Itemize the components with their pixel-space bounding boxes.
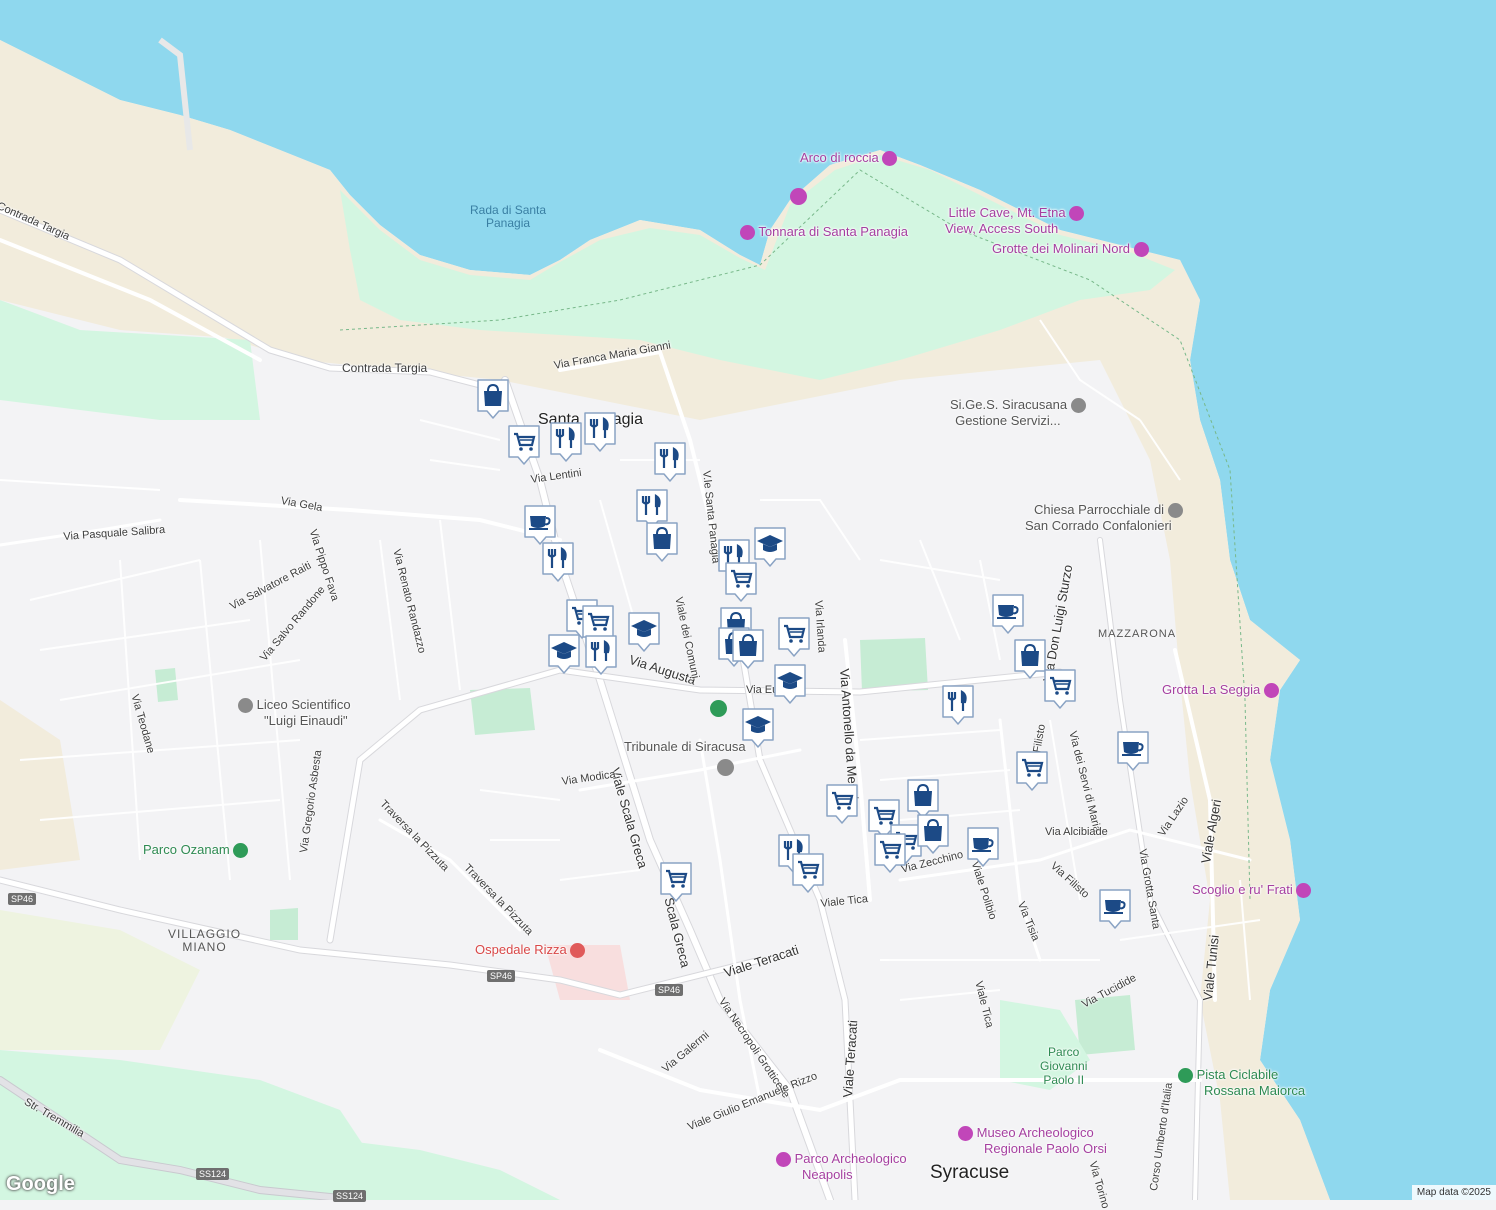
road-alcibiade: Via Alcibiade	[1045, 826, 1108, 838]
park-small-5	[155, 668, 178, 702]
road-shield-ss124: SS124	[333, 1190, 367, 1202]
water-label-rada: Rada di Santa Panagia	[470, 203, 547, 230]
camera-icon[interactable]	[790, 188, 807, 205]
hospital-icon	[570, 943, 586, 959]
shopping-bag-marker[interactable]	[475, 377, 511, 421]
poi-parco-ozanam[interactable]: Parco Ozanam	[143, 842, 249, 859]
camera-icon	[1133, 242, 1149, 258]
poi-liceo[interactable]: Liceo Scientifico "Luigi Einaudi"	[238, 697, 351, 728]
road-shield-ss124: SS124	[196, 1168, 230, 1180]
museum-icon	[958, 1126, 973, 1142]
google-logo: Google	[6, 1173, 75, 1195]
courthouse-icon[interactable]	[717, 759, 734, 776]
camera-icon	[740, 225, 755, 241]
road-contrada-targia-2: Contrada Targia	[342, 361, 428, 375]
service-icon	[1070, 398, 1086, 414]
area-mazzarona: MAZZARONA	[1098, 628, 1177, 640]
poi-pista-ciclabile[interactable]: Pista Ciclabile Rossana Maiorca	[1178, 1067, 1305, 1098]
poi-ospedale-rizza[interactable]: Ospedale Rizza	[475, 942, 586, 959]
poi-sigess[interactable]: Si.Ge.S. Siracusana Gestione Servizi...	[950, 397, 1086, 428]
area-villaggio-miano: VILLAGGIO MIANO	[168, 927, 242, 954]
museum-icon	[776, 1152, 791, 1168]
camera-icon	[882, 151, 898, 167]
road-shield-sp46: SP46	[487, 970, 516, 982]
cafe-marker[interactable]	[1097, 887, 1133, 931]
poi-grotte-molinari[interactable]: Grotte dei Molinari Nord	[992, 241, 1149, 258]
place-syracuse: Syracuse	[930, 1162, 1010, 1183]
poi-tonnara[interactable]: Tonnara di Santa Panagia	[740, 224, 908, 241]
restaurant-marker[interactable]	[582, 410, 618, 454]
camera-icon	[1069, 206, 1085, 222]
tree-icon	[233, 843, 249, 859]
restaurant-marker[interactable]	[540, 540, 576, 584]
camera-icon	[1296, 883, 1312, 899]
poi-neapolis[interactable]: Parco Archeologico Neapolis	[776, 1151, 907, 1182]
education-marker[interactable]	[626, 610, 662, 654]
cafe-marker[interactable]	[965, 825, 1001, 869]
poi-scoglio[interactable]: Scoglio e ru' Frati	[1192, 882, 1312, 899]
restaurant-marker[interactable]	[652, 440, 688, 484]
restaurant-marker[interactable]	[583, 633, 619, 677]
poi-chiesa[interactable]: Chiesa Parrocchiale di San Corrado Confa…	[1025, 502, 1192, 533]
cart-marker[interactable]	[790, 851, 826, 895]
cafe-marker[interactable]	[1115, 729, 1151, 773]
park-icon[interactable]	[710, 700, 727, 717]
poi-arco-di-roccia[interactable]: Arco di roccia	[800, 150, 898, 167]
education-marker[interactable]	[772, 662, 808, 706]
cart-marker[interactable]	[506, 423, 542, 467]
road-shield-sp46: SP46	[655, 984, 684, 996]
poi-museo[interactable]: Museo Archeologico Regionale Paolo Orsi	[958, 1125, 1107, 1156]
cafe-marker[interactable]	[990, 592, 1026, 636]
park-small-4	[270, 908, 298, 940]
poi-grotta-seggia[interactable]: Grotta La Seggia	[1162, 682, 1279, 699]
road-shield-sp46: SP46	[8, 893, 37, 905]
cart-marker[interactable]	[658, 860, 694, 904]
poi-parco-giovanni[interactable]: Parco Giovanni Paolo II	[1040, 1045, 1087, 1087]
education-marker[interactable]	[740, 706, 776, 750]
shopping-bag-marker[interactable]	[730, 627, 766, 671]
map-attribution[interactable]: Map data ©2025	[1411, 1185, 1496, 1200]
shopping-bag-marker[interactable]	[644, 520, 680, 564]
poi-tribunale[interactable]: Tribunale di Siracusa	[624, 739, 746, 754]
education-marker[interactable]	[546, 632, 582, 676]
cart-marker[interactable]	[872, 831, 908, 875]
park-icon	[1178, 1068, 1193, 1084]
cart-marker[interactable]	[1014, 749, 1050, 793]
school-icon	[238, 698, 253, 714]
poi-little-cave[interactable]: Little Cave, Mt. Etna View, Access South	[945, 205, 1085, 236]
restaurant-marker[interactable]	[548, 420, 584, 464]
cart-marker[interactable]	[776, 615, 812, 659]
cart-marker[interactable]	[723, 560, 759, 604]
shopping-bag-marker[interactable]	[915, 812, 951, 856]
camera-icon	[1263, 683, 1279, 699]
restaurant-marker[interactable]	[940, 683, 976, 727]
cart-marker[interactable]	[824, 782, 860, 826]
church-icon	[1167, 503, 1183, 519]
cart-marker[interactable]	[1042, 667, 1078, 711]
